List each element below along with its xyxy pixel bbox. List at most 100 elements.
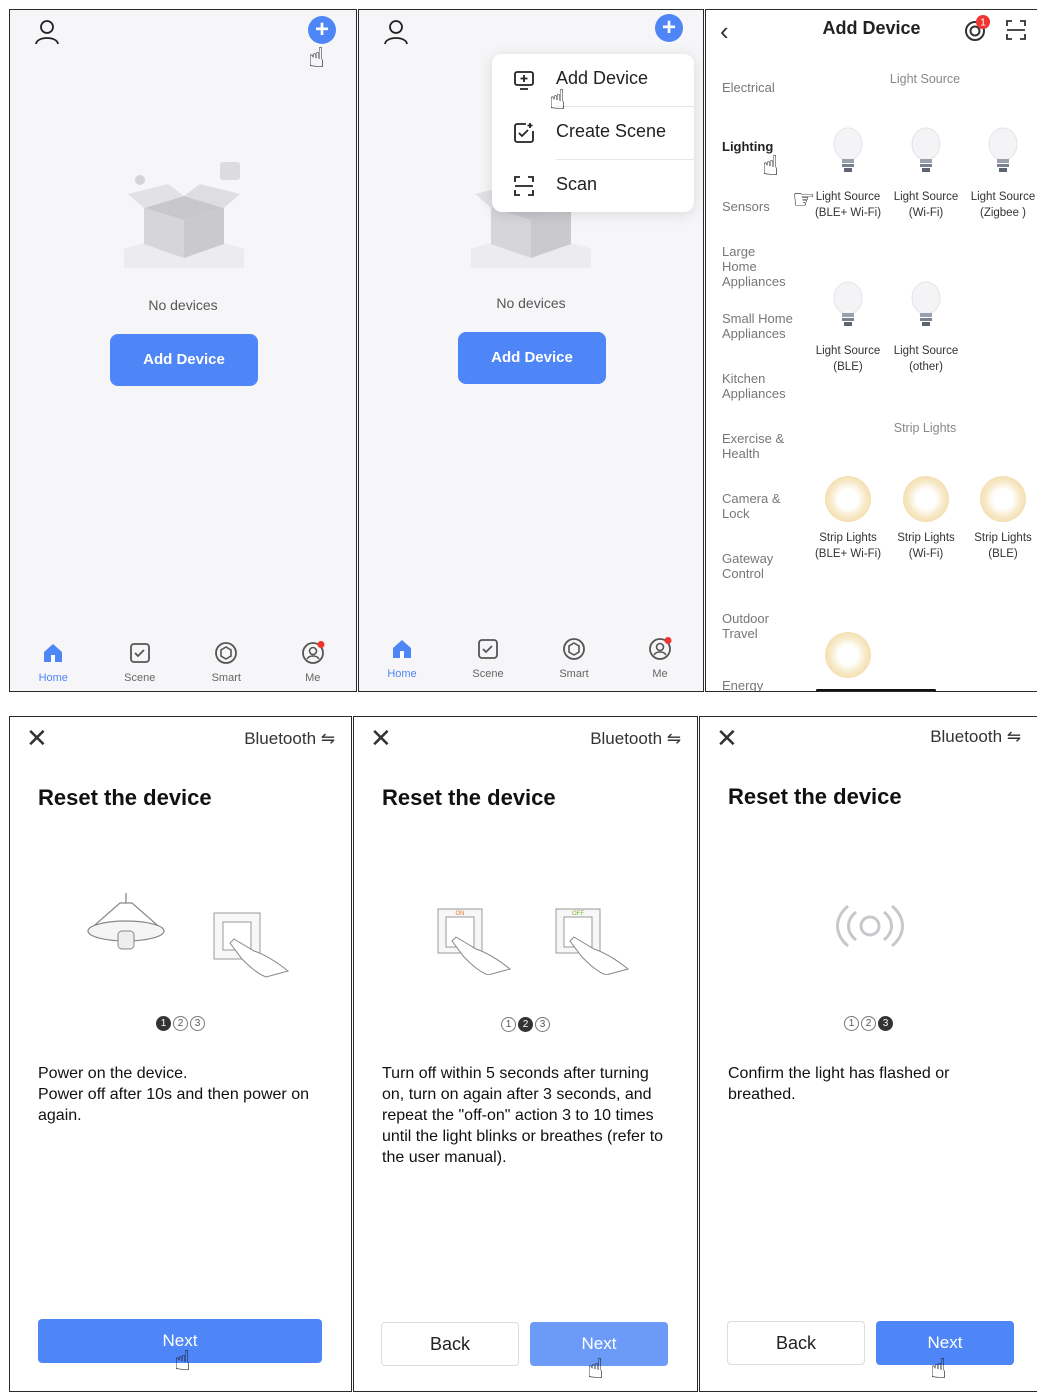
category-electrical[interactable]: Electrical [722, 80, 802, 95]
tab-smart[interactable]: Smart [544, 637, 604, 680]
category-gateway-control[interactable]: Gateway Control [722, 551, 792, 581]
device-label: Light Source (BLE+ Wi-Fi) [814, 191, 882, 219]
pointer-hand-icon: ☝ [930, 1353, 948, 1384]
flashing-signal-icon [836, 904, 904, 948]
step-1-active: 1 [156, 1016, 171, 1031]
device-light-source-zigbee[interactable]: Light Source (Zigbee ) [968, 126, 1037, 221]
pointer-hand-icon: ☝ [587, 1353, 605, 1384]
tab-smart-label: Smart [211, 672, 241, 684]
auto-scan-icon[interactable]: 1 [962, 14, 992, 44]
bottom-tab-bar: Home Scene Smart Me [10, 629, 356, 691]
device-strip-partial[interactable] [813, 632, 883, 686]
close-icon[interactable]: ✕ [370, 725, 392, 751]
device-light-source-ble[interactable]: Light Source (BLE) [813, 280, 883, 375]
tab-smart-label: Smart [559, 668, 589, 680]
empty-box-illustration [124, 162, 244, 268]
step-2: 2 [861, 1016, 876, 1031]
category-kitchen-appliances[interactable]: Kitchen Appliances [722, 371, 792, 401]
step-3: 3 [535, 1017, 550, 1032]
light-bulb-icon [911, 127, 941, 172]
bluetooth-switch-label[interactable]: Bluetooth ⇋ [590, 729, 681, 749]
category-small-home-appliances[interactable]: Small Home Appliances [722, 311, 802, 341]
tab-scene-label: Scene [124, 672, 156, 684]
category-large-home-appliances[interactable]: Large Home Appliances [722, 244, 792, 289]
pointer-hand-icon: ☝ [308, 42, 326, 73]
user-profile-icon[interactable] [34, 18, 60, 46]
step-indicator: 123 [700, 1013, 1037, 1031]
no-devices-label: No devices [496, 295, 566, 311]
instruction-text: Power on the device. Power off after 10s… [38, 1065, 309, 1124]
switch-on-off-illustration: ON OFF [437, 908, 630, 975]
step-3-active: 3 [878, 1016, 893, 1031]
device-label: Light Source (Zigbee ) [970, 191, 1036, 219]
step-2-active: 2 [518, 1017, 533, 1032]
pointer-hand-icon: ☝ [549, 84, 567, 115]
pointing-hand-icon: ☞ [792, 184, 816, 214]
step-3: 3 [190, 1016, 205, 1031]
device-light-source-ble-wifi[interactable]: Light Source (BLE+ Wi-Fi) [813, 126, 883, 221]
home-indicator [816, 689, 936, 691]
home-icon [44, 644, 63, 662]
category-camera-lock[interactable]: Camera & Lock [722, 491, 792, 521]
instruction-text: Confirm the light has flashed or breathe… [728, 1065, 950, 1103]
category-outdoor-travel[interactable]: Outdoor Travel [722, 611, 792, 641]
scene-icon [478, 639, 498, 659]
strip-light-icon [903, 476, 949, 522]
add-device-screen: ‹ Add Device 1 Electrical Lighting Senso… [705, 9, 1037, 692]
device-strip-lights-wifi[interactable]: Strip Lights (Wi-Fi) [891, 476, 961, 562]
page-title: Reset the device [38, 785, 212, 810]
tab-me-label: Me [305, 672, 321, 684]
device-strip-lights-ble-wifi[interactable]: Strip Lights (BLE+ Wi-Fi) [813, 476, 883, 562]
lamp-and-switch-illustration [87, 893, 290, 978]
step-indicator: 123 [10, 1013, 351, 1031]
smart-icon [215, 642, 238, 664]
no-devices-label: No devices [148, 297, 218, 313]
device-light-source-wifi[interactable]: Light Source (Wi-Fi) [891, 126, 961, 221]
reset-step2-screen: ✕ Bluetooth ⇋ Reset the device ON OFF 12… [353, 716, 698, 1392]
tab-me[interactable]: Me [630, 637, 690, 680]
step-2: 2 [173, 1016, 188, 1031]
device-label: Strip Lights (Wi-Fi) [897, 532, 955, 560]
add-plus-button[interactable]: + [308, 16, 336, 44]
switch-on-label: ON [456, 911, 465, 917]
tab-me-label: Me [652, 668, 668, 680]
close-icon[interactable]: ✕ [716, 725, 738, 751]
tab-home[interactable]: Home [372, 637, 432, 680]
scan-icon[interactable] [1004, 18, 1028, 42]
bluetooth-switch-label[interactable]: Bluetooth ⇋ [930, 727, 1021, 747]
category-sensors[interactable]: Sensors [722, 199, 802, 214]
category-energy[interactable]: Energy [722, 678, 802, 691]
tab-me[interactable]: Me [283, 641, 343, 684]
strip-light-icon [825, 476, 871, 522]
menu-item-label: Scan [556, 174, 598, 194]
tab-home-label: Home [387, 668, 417, 680]
menu-item-scan[interactable]: Scan [492, 160, 694, 212]
tab-home[interactable]: Home [23, 641, 83, 684]
home-screen-empty: + ☝ No devices Add Device Home Scene Sma… [9, 9, 357, 692]
menu-item-create-scene[interactable]: Create Scene [492, 107, 694, 159]
device-strip-lights-ble[interactable]: Strip Lights (BLE) [968, 476, 1037, 562]
section-light-source: Light Source [889, 72, 961, 86]
reset-step1-screen: ✕ Bluetooth ⇋ Reset the device 123 Power… [9, 716, 352, 1392]
menu-item-add-device[interactable]: Add Device [492, 54, 694, 106]
add-plus-button[interactable]: + [655, 14, 683, 42]
step-1: 1 [844, 1016, 859, 1031]
strip-light-icon [980, 476, 1026, 522]
device-light-source-other[interactable]: Light Source (other) [891, 280, 961, 375]
category-exercise-health[interactable]: Exercise & Health [722, 431, 792, 461]
add-device-button[interactable]: Add Device [458, 332, 606, 384]
device-label: Light Source (BLE) [815, 345, 881, 373]
device-label: Light Source (other) [893, 345, 959, 373]
close-icon[interactable]: ✕ [26, 725, 48, 751]
back-button[interactable]: Back [727, 1321, 865, 1365]
user-profile-icon[interactable] [383, 18, 409, 46]
add-device-button[interactable]: Add Device [110, 334, 258, 386]
back-button[interactable]: Back [381, 1322, 519, 1366]
menu-item-label: Add Device [556, 68, 649, 88]
tab-scene[interactable]: Scene [458, 637, 518, 680]
tab-scene[interactable]: Scene [110, 641, 170, 684]
tab-smart[interactable]: Smart [196, 641, 256, 684]
menu-item-label: Create Scene [556, 121, 667, 141]
home-screen-menu-open: + No devices Add Device Add Device Creat… [358, 9, 704, 692]
bluetooth-switch-label[interactable]: Bluetooth ⇋ [244, 729, 335, 749]
